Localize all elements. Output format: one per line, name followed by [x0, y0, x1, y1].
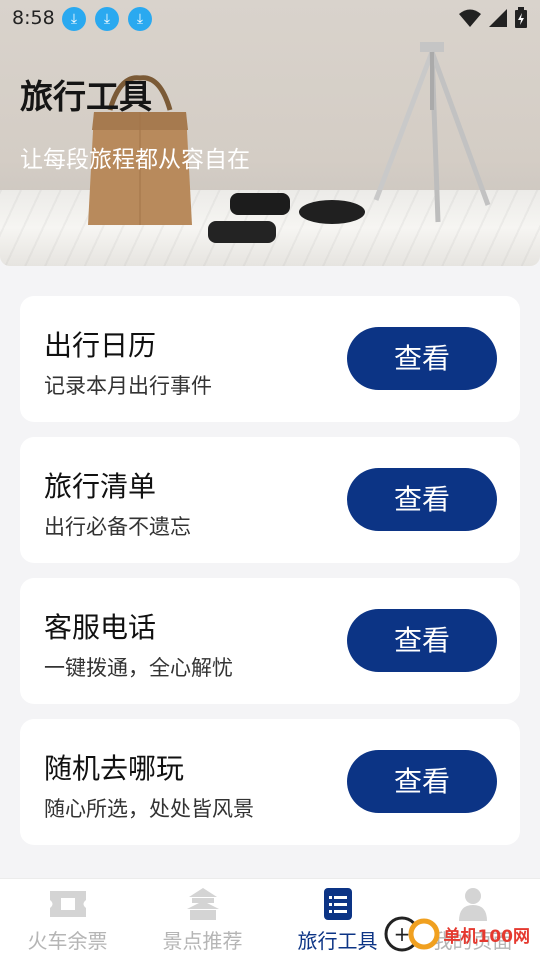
- card-subtitle: 出行必备不遗忘: [44, 515, 191, 539]
- status-time: 8:58: [12, 7, 55, 29]
- page-title: 旅行工具: [20, 77, 152, 116]
- view-service-button[interactable]: 查看: [347, 609, 497, 672]
- view-random-button[interactable]: 查看: [347, 750, 497, 813]
- system-icons: [458, 7, 528, 29]
- status-bar: 8:58 ⤓ ⤓ ⤓: [0, 0, 540, 36]
- svg-text:+: +: [393, 922, 410, 946]
- tab-label: 火车余票: [27, 929, 108, 953]
- download-icon: ⤓: [62, 7, 86, 31]
- tab-train-tickets[interactable]: 火车余票: [0, 887, 135, 957]
- hero-banner: 8:58 ⤓ ⤓ ⤓ 旅行工具 让每段旅程都从容自在: [0, 0, 540, 266]
- watermark-logo-icon: +: [384, 916, 439, 952]
- card-subtitle: 一键拨通，全心解忧: [44, 656, 233, 680]
- tripod-image: [373, 42, 491, 223]
- view-checklist-button[interactable]: 查看: [347, 468, 497, 531]
- card-subtitle: 随心所选，处处皆风景: [44, 797, 254, 821]
- list-icon: [323, 888, 352, 920]
- card-title: 出行日历: [44, 329, 157, 362]
- tab-attractions[interactable]: 景点推荐: [135, 887, 270, 957]
- card-customer-service[interactable]: 客服电话 一键拨通，全心解忧 查看: [20, 578, 520, 704]
- card-title: 旅行清单: [44, 470, 157, 503]
- tab-label: 景点推荐: [162, 929, 243, 953]
- page-subtitle: 让每段旅程都从容自在: [20, 147, 250, 173]
- view-calendar-button[interactable]: 查看: [347, 327, 497, 390]
- travel-pouches-image: [208, 193, 365, 243]
- card-travel-checklist[interactable]: 旅行清单 出行必备不遗忘 查看: [20, 437, 520, 563]
- card-title: 客服电话: [44, 611, 157, 644]
- card-subtitle: 记录本月出行事件: [44, 374, 212, 398]
- wifi-icon: [459, 9, 481, 27]
- signal-icon: [489, 9, 507, 27]
- card-travel-calendar[interactable]: 出行日历 记录本月出行事件 查看: [20, 296, 520, 422]
- temple-icon: [186, 888, 219, 920]
- watermark: + 单机100网: [384, 912, 531, 956]
- watermark-text: 单机100网: [443, 926, 531, 947]
- battery-icon: [515, 7, 527, 28]
- download-icon: ⤓: [95, 7, 119, 31]
- card-random-destination[interactable]: 随机去哪玩 随心所选，处处皆风景 查看: [20, 719, 520, 845]
- card-title: 随机去哪玩: [44, 752, 185, 785]
- ticket-icon: [49, 891, 86, 917]
- download-icon: ⤓: [128, 7, 152, 31]
